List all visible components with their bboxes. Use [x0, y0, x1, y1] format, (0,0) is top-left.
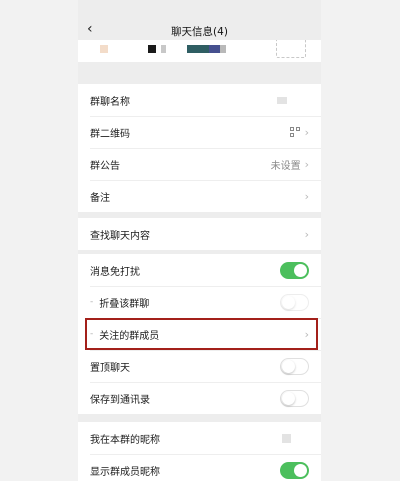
group-name-value — [277, 96, 287, 104]
group-info-section: 群聊名称 群二维码 › 群公告 未设置 › 备注 › — [78, 84, 321, 212]
pin-row: 置顶聊天 — [78, 350, 321, 382]
fold-row: - 折叠该群聊 — [78, 286, 321, 318]
show-nickname-toggle[interactable] — [280, 461, 309, 479]
avatar[interactable] — [148, 45, 156, 53]
avatar[interactable] — [187, 45, 209, 53]
nickname-section: 我在本群的昵称 显示群成员昵称 — [78, 422, 321, 481]
chat-info-screen: ‹ 聊天信息(4) 群聊名称 群二维码 › 群公告 未设置 › 备注 › 查找聊… — [78, 0, 321, 481]
chevron-right-icon: › — [304, 327, 309, 341]
followed-members-row[interactable]: - 关注的群成员 › — [78, 318, 321, 350]
avatar[interactable] — [220, 45, 226, 53]
my-nickname-row[interactable]: 我在本群的昵称 — [78, 422, 321, 454]
remark-label: 备注 — [90, 192, 110, 204]
group-name-label: 群聊名称 — [90, 96, 130, 108]
group-name-row[interactable]: 群聊名称 — [78, 84, 321, 116]
group-notice-row[interactable]: 群公告 未设置 › — [78, 148, 321, 180]
qr-code-icon — [289, 126, 301, 138]
pin-toggle[interactable] — [280, 357, 309, 375]
show-nickname-label: 显示群成员昵称 — [90, 466, 160, 478]
save-contacts-toggle[interactable] — [280, 389, 309, 407]
save-contacts-row: 保存到通讯录 — [78, 382, 321, 414]
followed-members-label: 关注的群成员 — [99, 330, 160, 342]
member-avatars-strip — [78, 40, 321, 62]
my-nickname-label: 我在本群的昵称 — [90, 434, 160, 446]
chevron-right-icon: › — [304, 227, 309, 241]
group-qr-label: 群二维码 — [90, 128, 130, 140]
group-notice-value: 未设置 — [270, 160, 301, 172]
page-title: 聊天信息(4) — [171, 26, 228, 38]
avatar[interactable] — [209, 45, 220, 53]
avatar[interactable] — [100, 45, 108, 53]
chevron-right-icon: › — [304, 189, 309, 203]
pin-label: 置顶聊天 — [90, 362, 130, 374]
fold-label: 折叠该群聊 — [99, 298, 150, 310]
notification-section: 消息免打扰 - 折叠该群聊 - 关注的群成员 › 置顶聊天 保存到通讯录 — [78, 254, 321, 414]
save-contacts-label: 保存到通讯录 — [90, 394, 150, 406]
remark-row[interactable]: 备注 › — [78, 180, 321, 212]
search-history-row[interactable]: 查找聊天内容 › — [78, 218, 321, 250]
search-history-label: 查找聊天内容 — [90, 230, 150, 242]
chevron-right-icon: › — [304, 157, 309, 171]
mute-toggle[interactable] — [280, 261, 309, 279]
group-notice-label: 群公告 — [90, 160, 120, 172]
my-nickname-value — [282, 433, 291, 443]
group-qr-row[interactable]: 群二维码 › — [78, 116, 321, 148]
mute-row: 消息免打扰 — [78, 254, 321, 286]
search-section: 查找聊天内容 › — [78, 218, 321, 250]
top-bar: ‹ 聊天信息(4) — [78, 0, 321, 44]
fold-toggle[interactable] — [280, 293, 309, 311]
chevron-right-icon: › — [304, 125, 309, 139]
add-member-button[interactable] — [276, 40, 306, 58]
show-nickname-row: 显示群成员昵称 — [78, 454, 321, 481]
avatar[interactable] — [161, 45, 166, 53]
mute-label: 消息免打扰 — [90, 266, 140, 278]
